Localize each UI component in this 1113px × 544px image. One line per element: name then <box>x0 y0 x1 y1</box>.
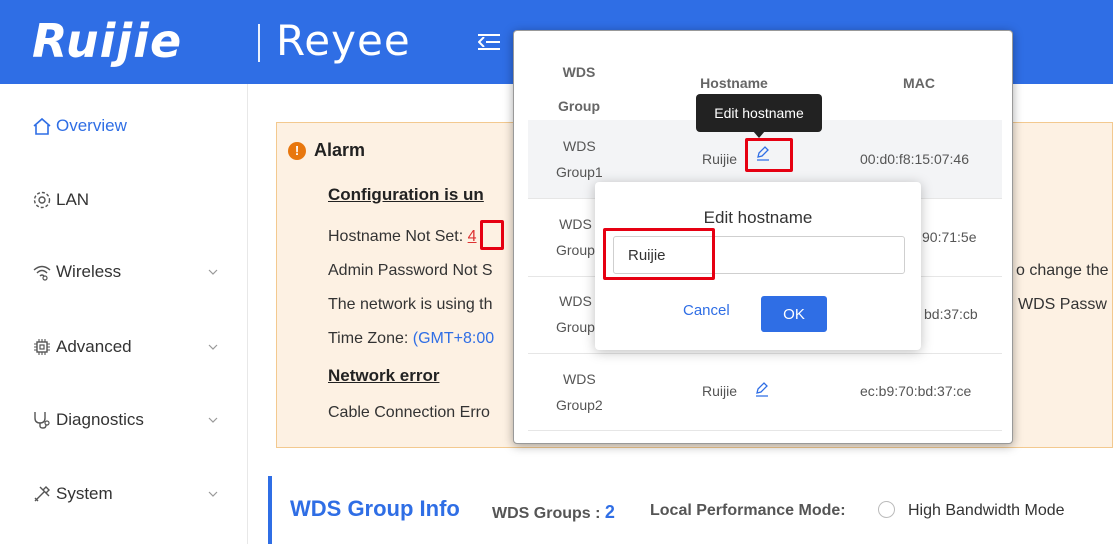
alarm-title: ! Alarm <box>288 140 365 161</box>
hostname-count-link[interactable]: 4 <box>468 228 477 245</box>
cell-hostname: Ruijie <box>702 151 738 167</box>
highlight-box <box>480 220 504 250</box>
sidebar-item-label: Advanced <box>56 337 132 356</box>
cell-hostname: Ruijie <box>702 383 738 399</box>
menu-collapse-icon[interactable] <box>478 32 500 52</box>
wds-password-suffix: WDS Passw <box>1018 296 1107 313</box>
alert-icon: ! <box>288 141 306 160</box>
network-error-heading: Network error <box>328 366 440 385</box>
sidebar-item-wireless[interactable]: Wireless <box>0 252 248 292</box>
tools-icon <box>32 484 52 504</box>
col-header-mac: MAC <box>903 75 935 91</box>
mode-radio[interactable] <box>878 501 895 518</box>
wds-group-info-title: WDS Group Info <box>290 496 460 521</box>
edit-hostname-tooltip: Edit hostname <box>696 94 822 132</box>
sidebar-item-diagnostics[interactable]: Diagnostics <box>0 400 248 440</box>
wds-groups-count: WDS Groups : 2 <box>492 502 615 522</box>
chip-icon <box>32 337 52 357</box>
cell-mac: 00:d0:f8:15:07:46 <box>860 151 969 167</box>
hostname-not-set: Hostname Not Set: 4 <box>328 228 477 245</box>
stethoscope-icon <box>32 410 52 430</box>
highlight-box <box>745 138 793 172</box>
sidebar-item-label: Wireless <box>56 262 122 281</box>
reyee-logo: Reyee <box>276 16 411 65</box>
edit-hostname-icon[interactable] <box>754 381 770 397</box>
sidebar-item-overview[interactable]: Overview <box>0 106 248 146</box>
config-heading: Configuration is un <box>328 185 484 204</box>
chevron-down-icon <box>208 417 218 423</box>
col-header-hostname: Hostname <box>700 75 768 91</box>
ok-button[interactable]: OK <box>761 296 827 332</box>
cancel-button[interactable]: Cancel <box>683 302 730 319</box>
network-using-text: The network is using th <box>328 296 493 313</box>
sidebar-item-label: System <box>56 484 113 503</box>
wifi-icon <box>32 262 52 282</box>
cell-group: WDS Group2 <box>556 371 603 413</box>
admin-password-suffix: o change the <box>1016 262 1109 279</box>
cell-group: WDS Group <box>556 216 595 258</box>
cell-group: WDS Group <box>556 293 595 335</box>
ruijie-logo: Ruijie <box>32 14 183 68</box>
gear-icon <box>32 190 52 210</box>
highlight-box <box>603 228 715 280</box>
cable-error-text: Cable Connection Erro <box>328 404 490 421</box>
sidebar-item-label: Overview <box>56 116 127 135</box>
sidebar-item-system[interactable]: System <box>0 474 248 514</box>
sidebar: Overview LAN Wireless Advanced Diagnosti… <box>0 84 248 544</box>
logo-separator <box>258 24 260 62</box>
sidebar-item-lan[interactable]: LAN <box>0 180 248 220</box>
home-icon <box>32 116 52 136</box>
sidebar-item-advanced[interactable]: Advanced <box>0 327 248 367</box>
col-header-group: WDS Group <box>558 64 600 114</box>
sidebar-item-label: LAN <box>56 190 90 209</box>
dialog-title: Edit hostname <box>703 208 813 227</box>
chevron-down-icon <box>208 344 218 350</box>
section-accent-bar <box>268 476 272 544</box>
chevron-down-icon <box>208 491 218 497</box>
timezone-link[interactable]: (GMT+8:00 <box>413 330 494 347</box>
chevron-down-icon <box>208 269 218 275</box>
sidebar-item-label: Diagnostics <box>56 410 144 429</box>
local-performance-mode: Local Performance Mode: <box>650 502 846 519</box>
cell-mac: bd:37:cb <box>924 306 978 322</box>
cell-group: WDS Group1 <box>556 138 603 180</box>
timezone-text: Time Zone: (GMT+8:00 <box>328 330 495 347</box>
tooltip-arrow <box>753 131 765 138</box>
mode-value: High Bandwidth Mode <box>908 502 1065 519</box>
admin-password-text: Admin Password Not S <box>328 262 493 279</box>
cell-mac: 90:71:5e <box>922 229 977 245</box>
cell-mac: ec:b9:70:bd:37:ce <box>860 383 972 399</box>
